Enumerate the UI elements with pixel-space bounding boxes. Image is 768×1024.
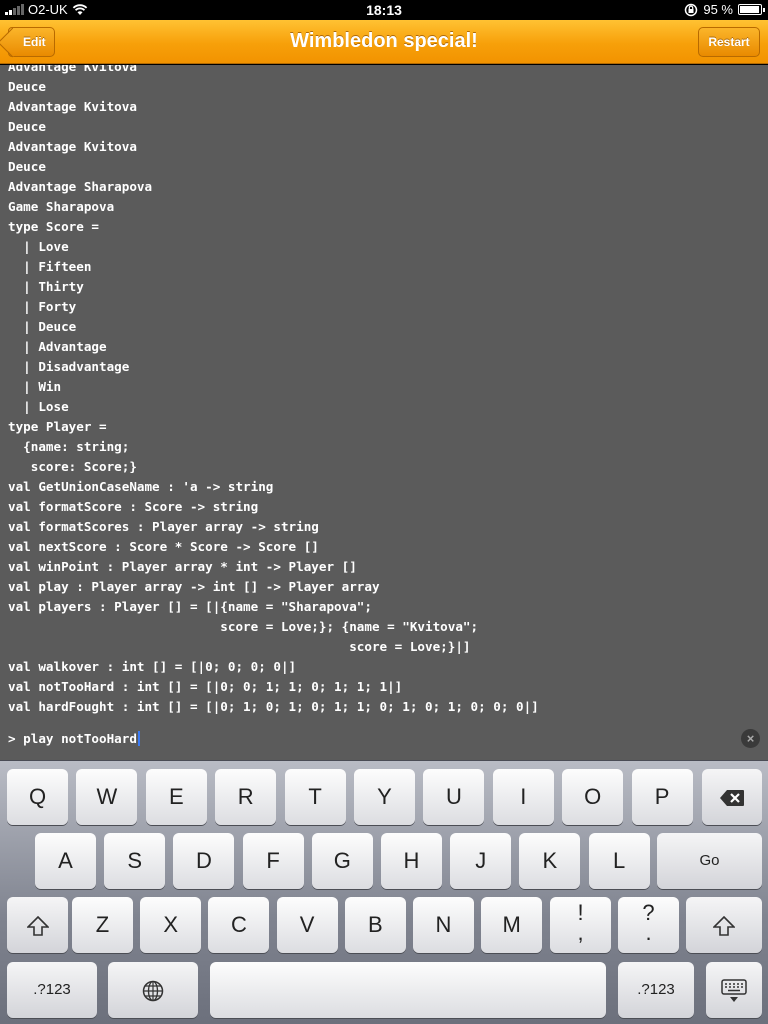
key-n[interactable]: N xyxy=(413,897,474,953)
console-input[interactable]: play notTooHard xyxy=(23,731,137,746)
numbers-key-right[interactable]: .?123 xyxy=(618,962,694,1018)
key-r[interactable]: R xyxy=(215,769,277,825)
prompt-symbol: > xyxy=(8,731,24,746)
console-line: | Forty xyxy=(8,299,77,314)
key-y[interactable]: Y xyxy=(354,769,415,825)
console-line: val winPoint : Player array * int -> Pla… xyxy=(8,559,357,574)
console-line: score: Score;} xyxy=(8,459,137,474)
navigation-bar: Edit Wimbledon special! Restart xyxy=(0,20,768,64)
console-line: val nextScore : Score * Score -> Score [… xyxy=(8,539,319,554)
console-line: Game Sharapova xyxy=(8,199,115,214)
console-line: Advantage Sharapova xyxy=(8,179,153,194)
key-v[interactable]: V xyxy=(276,897,338,953)
console-line: | Deuce xyxy=(8,319,77,334)
key-a[interactable]: A xyxy=(35,833,96,889)
status-bar: O2-UK 18:13 95 % xyxy=(0,0,768,20)
console-line: type Score = xyxy=(8,219,99,234)
key-label-comma: , xyxy=(577,920,584,945)
key-j[interactable]: J xyxy=(450,833,512,889)
dismiss-keyboard-key[interactable] xyxy=(706,962,762,1018)
key-b[interactable]: B xyxy=(344,897,406,953)
console-line: val formatScore : Score -> string xyxy=(8,499,259,514)
console-line: type Player = xyxy=(8,419,107,434)
key-label-period: . xyxy=(645,920,652,945)
key-c[interactable]: C xyxy=(208,897,270,953)
shift-icon xyxy=(25,916,50,936)
backspace-key[interactable] xyxy=(702,769,762,825)
go-key[interactable]: Go xyxy=(657,833,762,889)
console-line: | Lose xyxy=(8,399,69,414)
clock: 18:13 xyxy=(366,2,402,18)
key-f[interactable]: F xyxy=(242,833,304,889)
console-line: val players : Player [] = [|{name = "Sha… xyxy=(8,599,372,614)
key-d[interactable]: D xyxy=(173,833,235,889)
console-output-area[interactable]: Advantage Kvitova Deuce Advantage Kvitova D… xyxy=(0,65,768,760)
key-x[interactable]: X xyxy=(140,897,202,953)
restart-button[interactable]: Restart xyxy=(698,27,760,57)
numbers-key-left[interactable]: .?123 xyxy=(7,962,97,1018)
key-p[interactable]: P xyxy=(631,769,693,825)
rotation-lock-icon xyxy=(685,3,698,16)
key-g[interactable]: G xyxy=(311,833,373,889)
console-line: | Fifteen xyxy=(8,259,92,274)
console-line: Deuce xyxy=(8,79,46,94)
shift-icon xyxy=(712,916,736,936)
clear-input-icon[interactable]: × xyxy=(741,729,760,748)
space-key[interactable] xyxy=(210,962,606,1018)
console-line: | Disadvantage xyxy=(8,359,130,374)
page-title: Wimbledon special! xyxy=(290,30,478,52)
key-s[interactable]: S xyxy=(104,833,166,889)
key-w[interactable]: W xyxy=(76,769,138,825)
console-output: Advantage Kvitova Deuce Advantage Kvitova D… xyxy=(8,65,539,717)
console-line: Advantage Kvitova xyxy=(8,99,137,114)
console-line: score = Love;}|] xyxy=(8,639,471,654)
console-line: val play : Player array -> int [] -> Pla… xyxy=(8,579,380,594)
shift-key-left[interactable] xyxy=(7,897,68,953)
console-line: val walkover : int [] = [|0; 0; 0; 0|] xyxy=(8,659,297,674)
backspace-icon xyxy=(720,790,744,807)
key-question-period[interactable]: ?. xyxy=(618,897,679,953)
globe-key[interactable] xyxy=(108,962,198,1018)
console-input-line[interactable]: > play notTooHard xyxy=(8,731,140,746)
key-m[interactable]: M xyxy=(481,897,543,953)
console-line: | Love xyxy=(8,239,69,254)
key-l[interactable]: L xyxy=(588,833,650,889)
console-line: | Thirty xyxy=(8,279,84,294)
console-line: val formatScores : Player array -> strin… xyxy=(8,519,319,534)
console-line: | Win xyxy=(8,379,62,394)
battery-icon xyxy=(738,4,765,15)
key-exclamation-comma[interactable]: !, xyxy=(550,897,611,953)
console-line: Deuce xyxy=(8,119,46,134)
console-line: {name: string; xyxy=(8,439,130,454)
key-e[interactable]: E xyxy=(145,769,207,825)
console-line: | Advantage xyxy=(8,339,107,354)
console-line: Deuce xyxy=(8,159,46,174)
key-i[interactable]: I xyxy=(492,769,554,825)
key-q[interactable]: Q xyxy=(7,769,68,825)
onscreen-keyboard: Q W E R T Y U I O P A S D F G H J K L Go Z X C V B N M!,?. .?123 .?1… xyxy=(0,760,768,1024)
battery-info: 95 % xyxy=(684,2,765,17)
console-line: val GetUnionCaseName : 'a -> string xyxy=(8,479,274,494)
key-h[interactable]: H xyxy=(381,833,442,889)
console-line: score = Love;}; {name = "Kvitova"; xyxy=(8,619,479,634)
console-line: Advantage Kvitova xyxy=(8,139,137,154)
text-cursor xyxy=(137,731,140,746)
key-z[interactable]: Z xyxy=(72,897,133,953)
key-k[interactable]: K xyxy=(519,833,581,889)
hide-keyboard-icon xyxy=(721,979,747,1003)
key-o[interactable]: O xyxy=(562,769,624,825)
key-u[interactable]: U xyxy=(423,769,485,825)
battery-percent: 95 % xyxy=(703,2,733,17)
console-line: val hardFought : int [] = [|0; 1; 0; 1; … xyxy=(8,699,539,714)
console-line: Advantage Kvitova xyxy=(8,65,137,74)
shift-key-right[interactable] xyxy=(686,897,762,953)
key-t[interactable]: T xyxy=(284,769,346,825)
globe-icon xyxy=(142,980,164,1002)
edit-button-label: Edit xyxy=(23,35,46,49)
console-line: val notTooHard : int [] = [|0; 0; 1; 1; … xyxy=(8,679,403,694)
